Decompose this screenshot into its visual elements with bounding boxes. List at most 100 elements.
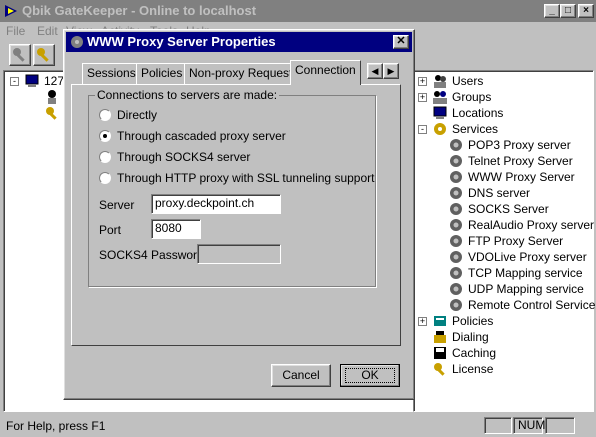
tree-item-label: Services [452,122,499,136]
tree-item-label: Remote Control Service [468,298,596,312]
port-input[interactable]: 8080 [151,219,201,239]
cancel-button[interactable]: Cancel [271,364,331,387]
dialog-close-button[interactable]: ✕ [393,35,409,49]
radio-http-ssl[interactable] [99,172,111,184]
dialog-title-text: WWW Proxy Server Properties [87,34,276,49]
tree-item[interactable]: POP3 Proxy server [448,137,571,153]
status-bar: For Help, press F1 NUM [0,414,596,437]
tab-policies[interactable]: Policies [136,63,188,84]
toolbar-key2-button[interactable] [33,44,55,66]
tree-root[interactable]: 127 [24,73,64,89]
tree-item[interactable]: TCP Mapping service [448,265,583,281]
tree-item[interactable]: Remote Control Service [448,297,595,313]
tree-item-label: DNS server [468,186,531,200]
tree-item-label: Caching [452,346,497,360]
server-label: Server [99,198,135,212]
tab-connection[interactable]: Connection [290,60,361,85]
menu-edit[interactable]: Edit [37,24,58,38]
service-gear-icon [450,171,462,183]
tree-item[interactable]: FTP Proxy Server [448,233,563,249]
option-http-ssl[interactable]: Through HTTP proxy with SSL tunneling su… [99,171,374,187]
tree-item[interactable]: Users [432,73,483,89]
option-http-ssl-label: Through HTTP proxy with SSL tunneling su… [117,171,375,185]
tree-expander[interactable]: + [418,317,427,326]
tree-item-label: SOCKS Server [468,202,549,216]
port-label: Port [99,223,122,237]
service-gear-icon [450,235,462,247]
service-gear-icon [450,155,462,167]
minimize-button[interactable]: _ [544,4,560,18]
option-socks4-label: Through SOCKS4 server [117,150,251,164]
tree-item[interactable]: VDOLive Proxy server [448,249,587,265]
status-panel-caps [484,417,512,434]
close-button[interactable]: × [578,4,594,18]
option-cascaded-proxy[interactable]: Through cascaded proxy server [99,129,286,145]
tree-item[interactable]: SOCKS Server [448,201,549,217]
tree-item[interactable]: WWW Proxy Server [448,169,575,185]
tree-item[interactable]: Policies [432,313,493,329]
gear-icon [71,36,83,48]
status-panel-scroll [545,417,575,434]
tree-item[interactable]: Caching [432,345,496,361]
status-text: For Help, press F1 [6,419,106,433]
socks4-password-input[interactable] [197,244,281,264]
menu-file[interactable]: File [6,24,25,38]
tree-item-label: Dialing [452,330,489,344]
key-icon [46,107,57,120]
option-directly[interactable]: Directly [99,108,157,124]
toolbar-key-button[interactable] [9,44,31,66]
radio-directly[interactable] [99,109,111,121]
tab-scroll-left-button[interactable]: ◀ [367,63,383,79]
tree-item-label: POP3 Proxy server [468,138,571,152]
collapse-toggle[interactable]: - [10,77,19,86]
tree-item-label: Locations [452,106,504,120]
tree-item[interactable]: UDP Mapping service [448,281,584,297]
key-icon [37,48,49,62]
socks4-password-label: SOCKS4 Password [99,248,204,262]
caching-icon [434,347,446,359]
tree-item-label: VDOLive Proxy server [468,250,587,264]
service-gear-icon [450,187,462,199]
tree-expander[interactable]: + [418,93,427,102]
ok-button-label: OK [361,368,379,382]
right-tree-pane: + Users + Groups Locations - Services POP3 Prox… [413,70,595,412]
main-title-text: Qbik GateKeeper - Online to localhost [22,3,257,18]
tree-item-label: Policies [452,314,494,328]
tree-item-label: Users [452,74,484,88]
group-label: Connections to servers are made: [95,88,280,102]
main-title-bar: Qbik GateKeeper - Online to localhost _ … [0,0,596,22]
tab-non-proxy-requests[interactable]: Non-proxy Requests [184,63,304,84]
tab-sessions[interactable]: Sessions [82,63,141,84]
tree-expander[interactable]: - [418,125,427,134]
tree-item[interactable]: Services [432,121,498,137]
tree-item[interactable]: Locations [432,105,503,121]
tree-item[interactable]: RealAudio Proxy server [448,217,594,233]
tree-expander[interactable]: + [418,77,427,86]
dialing-icon [434,331,446,343]
tree-item-label: TCP Mapping service [468,266,583,280]
tree-item[interactable]: License [432,361,493,377]
tree-root-label: 127 [44,74,65,88]
tree-item[interactable]: Dialing [432,329,489,345]
users-icon [434,75,446,88]
tree-item[interactable]: Telnet Proxy Server [448,153,573,169]
tab-scroll-right-button[interactable]: ▶ [383,63,399,79]
license-icon [434,363,445,376]
service-gear-icon [450,267,462,279]
key-icon [13,48,25,62]
server-input[interactable]: proxy.deckpoint.ch [151,194,281,214]
service-gear-icon [450,219,462,231]
radio-cascaded-proxy[interactable] [99,130,111,142]
radio-socks4[interactable] [99,151,111,163]
services-icon [434,123,446,135]
tree-item-label: Groups [452,90,492,104]
tree-item[interactable]: Groups [432,89,491,105]
ok-button[interactable]: OK [340,364,400,387]
service-gear-icon [450,251,462,263]
maximize-button[interactable]: □ [560,4,576,18]
tree-item-label: RealAudio Proxy server [468,218,595,232]
option-socks4[interactable]: Through SOCKS4 server [99,150,250,166]
tree-item[interactable]: DNS server [448,185,530,201]
option-cascaded-proxy-label: Through cascaded proxy server [117,129,286,143]
groups-icon [433,91,447,104]
